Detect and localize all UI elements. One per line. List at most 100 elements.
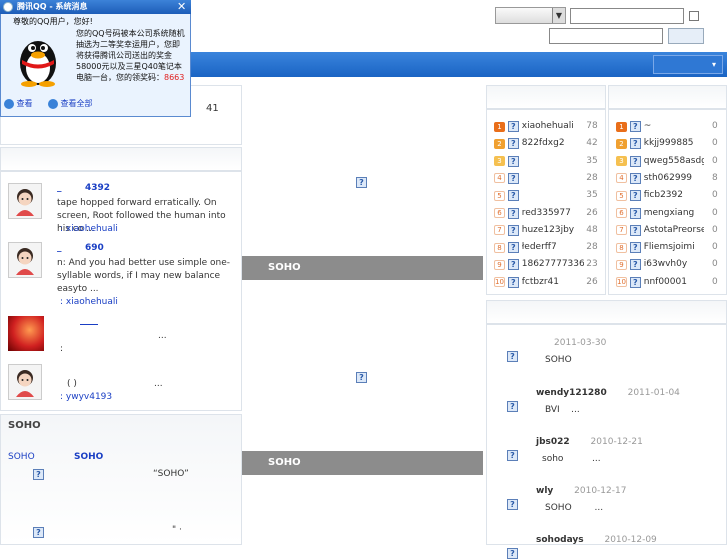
rank-row[interactable]: 10 ? fctbzr41 26 [494,274,600,291]
header-select[interactable]: ▼ [495,7,566,24]
broken-image-icon: ? [507,155,519,167]
rank-number: 5 [494,190,505,201]
qq-view-all-icon [48,98,58,109]
rank-row[interactable]: 5 ? 35 [494,187,600,204]
search-input[interactable] [570,8,684,24]
user-avatar-icon [16,248,34,275]
soho-link-bold[interactable]: SOHO [74,452,103,462]
broken-image-icon: ? [629,155,641,167]
rank-row[interactable]: 8 ? łederff7 28 [494,239,600,256]
broken-image-icon: ? [507,499,518,510]
rank-number: 9 [616,259,627,270]
popup-view-button[interactable]: 查看 [4,98,33,110]
broken-image-icon: ? [356,177,367,188]
rank-row[interactable]: 5 ? ficb2392 0 [616,187,720,204]
rank-user-name[interactable]: xiaohehuali [522,118,584,135]
feed-item-name[interactable]: ____ [80,316,98,326]
feed-item-name[interactable]: _ [57,183,62,193]
rank-row[interactable]: 10 ? nnf00001 0 [616,274,720,291]
feed-item-author[interactable]: : xiaohehuali [60,297,118,307]
rank-number: 4 [494,173,505,184]
password-input[interactable] [549,28,663,44]
feed-item-author[interactable]: : xiaohehuali [60,224,118,234]
rank-value: 35 [586,155,598,166]
rank-number: 8 [494,242,505,253]
rank-user-name[interactable]: ficb2392 [644,187,704,204]
activity-user[interactable]: sohodays [536,535,584,545]
rank-row[interactable]: 6 ? red335977 26 [494,205,600,222]
broken-image-icon: ? [507,450,518,461]
rank-row[interactable]: 4 ? 28 [494,170,600,187]
rank-user-name[interactable]: qweg558asdg [644,153,704,170]
close-icon[interactable]: ✕ [177,0,186,14]
rank-value: 42 [586,138,598,149]
rank-user-name[interactable]: łederff7 [522,239,584,256]
rank-number: 7 [616,225,627,236]
rank-row[interactable]: 2 ? 822fdxg2 42 [494,135,600,152]
rank-user-name[interactable]: mengxiang [644,205,704,222]
broken-image-icon: ? [33,469,44,480]
activity-text: SOHO ... [545,503,604,513]
feed-thumbnail[interactable] [8,316,44,351]
broken-image-icon: ? [629,190,641,202]
rank-user-name[interactable]: sth062999 [644,170,704,187]
broken-image-icon: ? [629,276,641,288]
rank-user-name[interactable]: huze123jby [522,222,584,239]
rank-row[interactable]: 9 ? i63wvh0y 0 [616,256,720,273]
popup-view-all-button[interactable]: 查看全部 [48,98,93,110]
broken-image-icon: ? [507,138,519,150]
rank-row[interactable]: 7 ? AstotaPreorse 0 [616,222,720,239]
nav-dropdown[interactable]: ▾ [653,55,723,74]
soho-section-title: SOHO [8,420,41,431]
rank-value: 28 [586,172,598,183]
rank-row[interactable]: 2 ? kkjj999885 0 [616,135,720,152]
rank-number: 1 [616,121,627,132]
rank-user-name[interactable]: AstotaPreorse [644,222,704,239]
rank-user-name[interactable]: i63wvh0y [644,256,704,273]
activity-user[interactable]: wly [536,486,553,496]
feed-item-author[interactable]: : ywyv4193 [60,392,112,402]
broken-image-icon: ? [507,224,519,236]
rank-user-name[interactable]: kkjj999885 [644,135,704,152]
broken-image-icon: ? [507,242,519,254]
activity-date: 2011-01-04 [627,388,680,398]
activity-panel-header [486,300,727,324]
avatar[interactable] [8,364,42,400]
broken-image-icon: ? [629,121,641,132]
activity-user[interactable]: jbs022 [536,437,570,447]
activity-date: 2011-03-30 [554,338,607,348]
feed-item-count: 4392 [85,183,111,193]
login-button[interactable] [668,28,704,44]
rank-user-name[interactable]: fctbzr41 [522,274,584,291]
avatar[interactable] [8,183,42,219]
rank-row[interactable]: 1 ? ~0 [616,118,720,135]
avatar[interactable] [8,242,42,278]
activity-user[interactable]: wendy121280 [536,388,607,398]
rank-row[interactable]: 6 ? mengxiang 0 [616,205,720,222]
rank-user-name[interactable]: nnf00001 [644,274,704,291]
qq-view-icon [4,98,14,109]
rank-user-name[interactable]: ~ [644,118,704,135]
rank-user-name[interactable]: Fliemsjoimi [644,239,704,256]
broken-image-icon: ? [629,138,641,150]
rank-number: 4 [616,173,627,184]
rank-row[interactable]: 1 ? xiaohehuali 78 [494,118,600,135]
feed-item-name[interactable]: _ [57,243,62,253]
header-checkbox[interactable] [689,11,699,21]
rank-row[interactable]: 4 ? sth062999 8 [616,170,720,187]
rank-user-name[interactable]: 18627777336 [522,256,584,273]
rank-number: 2 [616,138,627,149]
rank-number: 7 [494,225,505,236]
rank-row[interactable]: 9 ? 18627777336 23 [494,256,600,273]
rank-left-panel-header [486,85,606,109]
rank-user-name[interactable]: 822fdxg2 [522,135,584,152]
rank-row[interactable]: 3 ? qweg558asdg 0 [616,153,720,170]
rank-row[interactable]: 8 ? Fliemsjoimi 0 [616,239,720,256]
broken-image-icon: ? [33,527,44,538]
rank-row[interactable]: 7 ? huze123jby 48 [494,222,600,239]
broken-image-icon: ? [629,207,641,219]
rank-value: 0 [712,121,718,131]
rank-user-name[interactable]: red335977 [522,205,584,222]
rank-row[interactable]: 3 ? 35 [494,153,600,170]
soho-link[interactable]: SOHO [8,452,35,462]
